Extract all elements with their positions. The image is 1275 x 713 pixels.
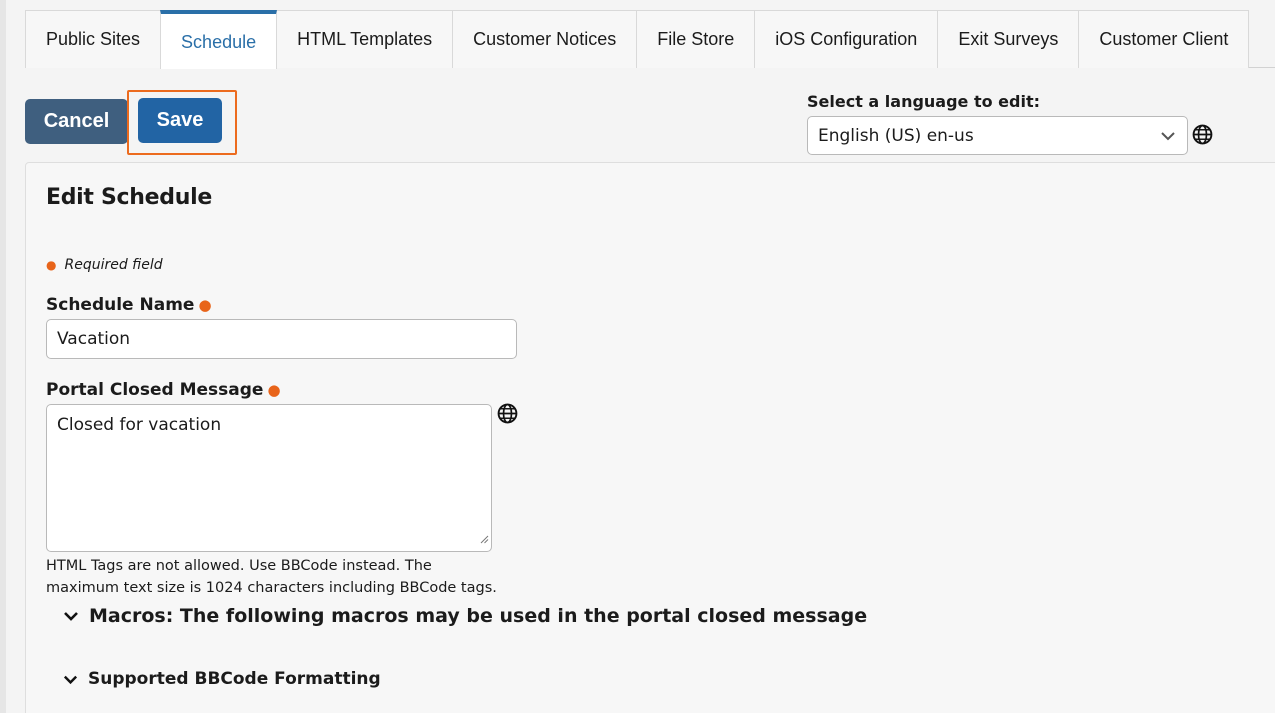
closed-message-help: HTML Tags are not allowed. Use BBCode in… [46, 558, 497, 596]
page-title: Edit Schedule [46, 185, 212, 210]
chevron-down-icon [64, 612, 78, 621]
left-edge [0, 0, 6, 713]
tab-schedule[interactable]: Schedule [160, 10, 278, 69]
required-dot-icon: ● [46, 258, 57, 272]
schedule-name-input[interactable]: Vacation [46, 319, 517, 359]
tab-customer-client[interactable]: Customer Client [1078, 10, 1250, 68]
closed-message-label: Portal Closed Message ● [46, 380, 281, 400]
closed-message-textarea[interactable]: Closed for vacation [46, 404, 492, 552]
schedule-name-label: Schedule Name ● [46, 295, 212, 315]
globe-icon[interactable] [1192, 124, 1213, 150]
macros-section-label: Macros: The following macros may be used… [89, 605, 868, 627]
tab-bar: Public Sites Schedule HTML Templates Cus… [25, 10, 1275, 69]
tab-ios-configuration[interactable]: iOS Configuration [754, 10, 939, 68]
macros-section-toggle[interactable]: Macros: The following macros may be used… [62, 605, 867, 627]
bbcode-section-label: Supported BBCode Formatting [88, 669, 381, 689]
tab-file-store[interactable]: File Store [636, 10, 756, 68]
required-note-text: Required field [64, 257, 163, 273]
chevron-down-icon [63, 675, 78, 684]
language-label: Select a language to edit: [807, 92, 1041, 111]
bbcode-section-toggle[interactable]: Supported BBCode Formatting [62, 669, 381, 689]
required-dot-icon: ● [198, 296, 212, 314]
required-dot-icon: ● [267, 381, 281, 399]
tab-customer-notices[interactable]: Customer Notices [452, 10, 638, 68]
cancel-button[interactable]: Cancel [25, 99, 128, 144]
resize-grip-icon[interactable] [480, 529, 489, 549]
required-field-note: ● Required field [46, 257, 163, 273]
schedule-name-value: Vacation [57, 329, 131, 349]
language-select[interactable]: English (US) en-us [807, 116, 1188, 155]
tab-exit-surveys[interactable]: Exit Surveys [937, 10, 1080, 68]
globe-icon[interactable] [497, 403, 518, 429]
tab-public-sites[interactable]: Public Sites [25, 10, 162, 68]
chevron-down-icon [1159, 127, 1177, 150]
language-selected-value: English (US) en-us [818, 125, 974, 146]
save-button[interactable]: Save [138, 98, 222, 143]
schedule-name-label-text: Schedule Name [46, 295, 195, 315]
closed-message-value: Closed for vacation [57, 415, 222, 435]
tab-html-templates[interactable]: HTML Templates [276, 10, 454, 68]
closed-message-label-text: Portal Closed Message [46, 380, 264, 400]
